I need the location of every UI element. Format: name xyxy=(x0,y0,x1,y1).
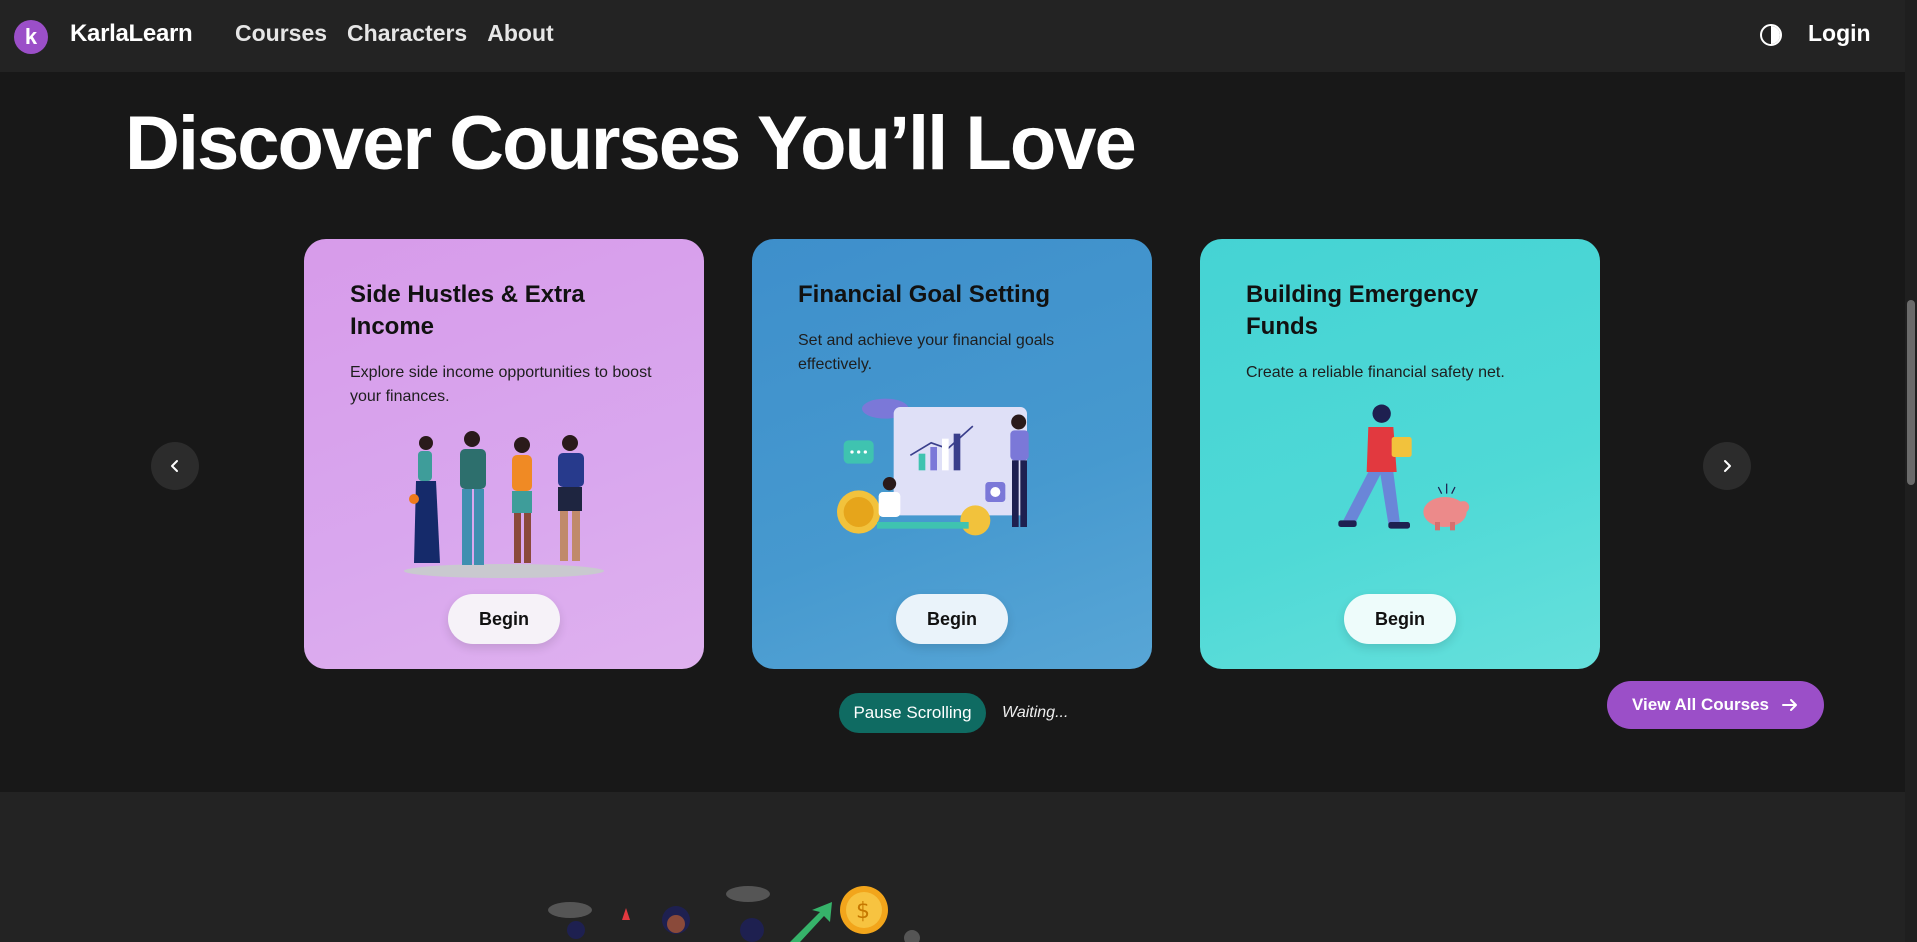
chevron-right-icon xyxy=(1724,460,1731,472)
page-title: Discover Courses You’ll Love xyxy=(125,101,1137,186)
begin-button[interactable]: Begin xyxy=(1344,594,1456,644)
logo-icon[interactable]: k xyxy=(14,20,48,54)
course-card-title: Side Hustles & Extra Income xyxy=(350,281,585,340)
navbar: k KarlaLearn Courses Characters About Lo… xyxy=(0,0,1905,72)
brand-name[interactable]: KarlaLearn xyxy=(70,20,193,48)
course-card-building-emergency-funds[interactable]: Building Emergency Funds Create a reliab… xyxy=(1200,239,1600,669)
group-of-people-illustration xyxy=(404,431,604,578)
svg-text:$: $ xyxy=(856,899,870,924)
course-card-side-hustles[interactable]: Side Hustles & Extra Income Explore side… xyxy=(304,239,704,669)
view-all-courses-button[interactable]: View All Courses xyxy=(1607,681,1824,729)
course-card-title: Building Emergency Funds xyxy=(1246,281,1479,340)
course-card-financial-goal-setting[interactable]: Financial Goal Setting Set and achieve y… xyxy=(752,239,1152,669)
view-all-courses-label: View All Courses xyxy=(1632,695,1769,714)
carousel-prev-button[interactable] xyxy=(151,442,199,490)
theme-toggle-icon[interactable] xyxy=(1760,24,1782,46)
course-card-description: Create a reliable financial safety net. xyxy=(1246,364,1505,381)
nav-link-characters[interactable]: Characters xyxy=(347,20,467,47)
nav-link-about[interactable]: About xyxy=(487,20,553,47)
scrollbar-thumb[interactable] xyxy=(1907,300,1915,485)
pause-scrolling-button[interactable]: Pause Scrolling xyxy=(839,693,986,733)
growth-people-illustration: $ xyxy=(548,886,920,942)
nav-link-courses[interactable]: Courses xyxy=(235,20,327,47)
course-card-description: Set and achieve your financial goals eff… xyxy=(798,332,1055,373)
arrow-right-icon xyxy=(1782,699,1797,711)
course-card-description: Explore side income opportunities to boo… xyxy=(350,364,652,405)
financial-goals-illustration xyxy=(837,398,1029,536)
carousel-status-text: Waiting... xyxy=(1002,704,1069,721)
carousel-next-button[interactable] xyxy=(1703,442,1751,490)
nav-links: Courses Characters About xyxy=(235,20,554,47)
man-with-piggy-bank-illustration xyxy=(1338,404,1470,531)
begin-button[interactable]: Begin xyxy=(896,594,1008,644)
chevron-left-icon xyxy=(171,460,178,472)
begin-button[interactable]: Begin xyxy=(448,594,560,644)
login-button[interactable]: Login xyxy=(1808,20,1871,47)
course-card-title: Financial Goal Setting xyxy=(798,281,1051,308)
next-section xyxy=(0,792,1905,942)
